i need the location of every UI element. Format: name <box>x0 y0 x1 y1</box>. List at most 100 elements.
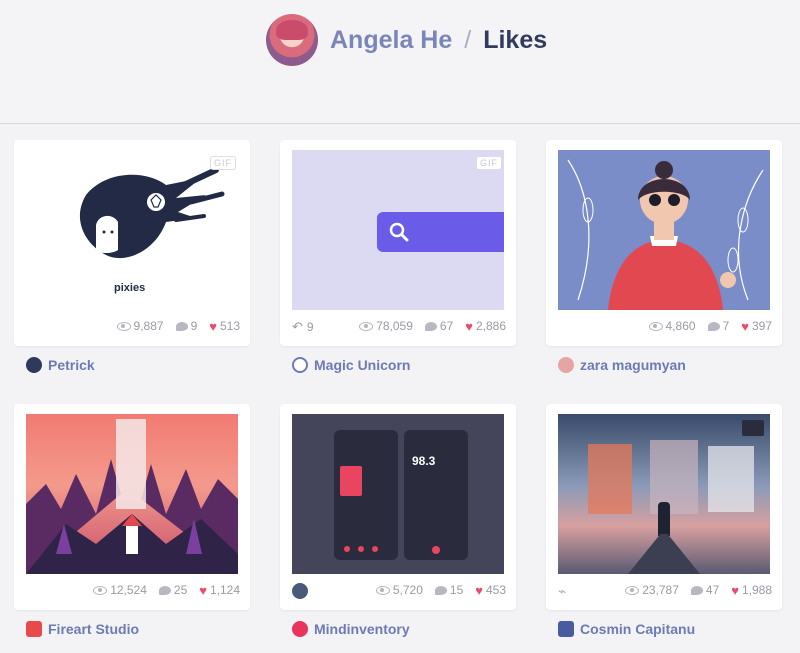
comments-count: 15 <box>449 583 464 597</box>
rebounds-stat[interactable]: ↶ 9 <box>292 319 314 335</box>
comments-stat[interactable]: 67 <box>424 319 454 333</box>
shot-stats: 12,524 25 ♥ 1,124 <box>93 583 240 597</box>
control-dot <box>344 546 350 552</box>
author-name: Magic Unicorn <box>314 357 411 373</box>
shot-thumbnail[interactable]: pixies <box>26 150 238 310</box>
comment-icon <box>175 321 188 331</box>
forest-illustration <box>26 419 238 574</box>
likes-stat[interactable]: ♥ 1,988 <box>731 583 772 597</box>
views-count: 4,860 <box>665 319 696 333</box>
heart-icon: ♥ <box>465 318 473 334</box>
shot-thumbnail[interactable]: 98.3 <box>292 414 504 574</box>
likes-stat[interactable]: ♥ 2,886 <box>465 319 506 333</box>
views-count: 12,524 <box>110 583 147 597</box>
profile-header: Angela He / Likes <box>0 0 800 124</box>
road <box>628 534 700 574</box>
control-dot <box>358 546 364 552</box>
phone-mockup-right: 98.3 <box>404 430 468 560</box>
shot-stats: 78,059 67 ♥ 2,886 <box>359 319 506 333</box>
comments-count: 67 <box>439 319 454 333</box>
shot-card[interactable]: 12,524 25 ♥ 1,124 <box>14 404 250 610</box>
views-count: 9,887 <box>133 319 164 333</box>
team-badge-icon <box>292 583 308 599</box>
views-count: 5,720 <box>392 583 423 597</box>
comments-count: 25 <box>173 583 188 597</box>
shot-thumbnail[interactable] <box>558 414 770 574</box>
shot-stats: 4,860 7 ♥ 397 <box>648 319 772 333</box>
ui-panel <box>708 446 754 512</box>
author-name: Fireart Studio <box>48 621 140 637</box>
play-button <box>432 546 440 554</box>
comments-stat[interactable]: 9 <box>175 319 198 333</box>
user-name-link[interactable]: Angela He <box>330 26 452 55</box>
page-title: Likes <box>483 25 548 54</box>
eye-icon <box>625 585 640 595</box>
views-stat: 12,524 <box>93 583 147 597</box>
shot-author[interactable]: Magic Unicorn <box>292 357 410 373</box>
views-count: 78,059 <box>376 319 413 333</box>
likes-stat[interactable]: ♥ 1,124 <box>199 583 240 597</box>
likes-stat[interactable]: ♥ 397 <box>741 319 772 333</box>
shot-author[interactable]: Fireart Studio <box>26 621 139 637</box>
ui-panel <box>650 440 698 514</box>
author-name: zara magumyan <box>580 357 686 373</box>
comments-count: 9 <box>190 319 198 333</box>
search-icon <box>389 222 409 242</box>
attachment-icon: ⌁ <box>558 583 567 599</box>
views-stat: 9,887 <box>116 319 164 333</box>
eye-icon <box>375 585 390 595</box>
author-avatar <box>558 357 574 373</box>
author-name: Mindinventory <box>314 621 410 637</box>
views-stat: 5,720 <box>375 583 423 597</box>
likes-stat[interactable]: ♥ 453 <box>475 583 506 597</box>
shot-author[interactable]: Cosmin Capitanu <box>558 621 695 637</box>
shot-author[interactable]: zara magumyan <box>558 357 686 373</box>
shot-thumbnail[interactable] <box>558 150 770 310</box>
shot-thumbnail[interactable] <box>292 150 504 310</box>
author-name: Cosmin Capitanu <box>580 621 696 637</box>
likes-count: 453 <box>485 583 506 597</box>
heart-icon: ♥ <box>475 582 483 598</box>
shot-stats: 9,887 9 ♥ 513 <box>116 319 240 333</box>
comment-icon <box>434 585 447 595</box>
likes-count: 513 <box>219 319 240 333</box>
views-stat: 78,059 <box>359 319 413 333</box>
comments-stat[interactable]: 47 <box>690 583 720 597</box>
eye-icon <box>359 321 374 331</box>
search-bar-illustration <box>377 212 504 252</box>
likes-stat[interactable]: ♥ 513 <box>209 319 240 333</box>
shot-author[interactable]: Petrick <box>26 357 95 373</box>
gif-badge: GIF <box>210 156 236 170</box>
shot-author[interactable]: Mindinventory <box>292 621 410 637</box>
shot-card[interactable]: pixies GIF 9,887 9 ♥ 513 <box>14 140 250 346</box>
likes-count: 1,124 <box>209 583 240 597</box>
comments-stat[interactable]: 15 <box>434 583 464 597</box>
shot-card[interactable]: 4,860 7 ♥ 397 <box>546 140 782 346</box>
views-stat: 4,860 <box>648 319 696 333</box>
comments-count: 47 <box>705 583 720 597</box>
radio-frequency-text: 98.3 <box>412 454 436 468</box>
comments-stat[interactable]: 25 <box>158 583 188 597</box>
ui-panel <box>588 444 632 514</box>
comment-icon <box>158 585 171 595</box>
video-icon <box>742 420 764 436</box>
heart-icon: ♥ <box>199 582 207 598</box>
shot-thumbnail[interactable] <box>26 414 238 574</box>
author-avatar <box>26 621 42 637</box>
likes-count: 2,886 <box>475 319 506 333</box>
eye-icon <box>93 585 108 595</box>
author-avatar <box>292 621 308 637</box>
user-avatar[interactable] <box>266 14 318 66</box>
shot-stats: 23,787 47 ♥ 1,988 <box>625 583 772 597</box>
eye-icon <box>648 321 663 331</box>
traveller-figure <box>658 502 670 536</box>
comments-stat[interactable]: 7 <box>707 319 729 333</box>
shot-card[interactable]: GIF ↶ 9 78,059 67 ♥ 2,886 <box>280 140 516 346</box>
shot-card[interactable]: ⌁ 23,787 47 ♥ 1,988 <box>546 404 782 610</box>
rebounds-count: 9 <box>306 320 314 334</box>
shot-card[interactable]: 98.3 5,720 15 ♥ 453 <box>280 404 516 610</box>
likes-count: 397 <box>751 319 772 333</box>
attachments-stat[interactable]: ⌁ <box>558 583 566 600</box>
author-avatar <box>292 357 308 373</box>
header-title-row: Angela He / Likes <box>266 14 547 66</box>
